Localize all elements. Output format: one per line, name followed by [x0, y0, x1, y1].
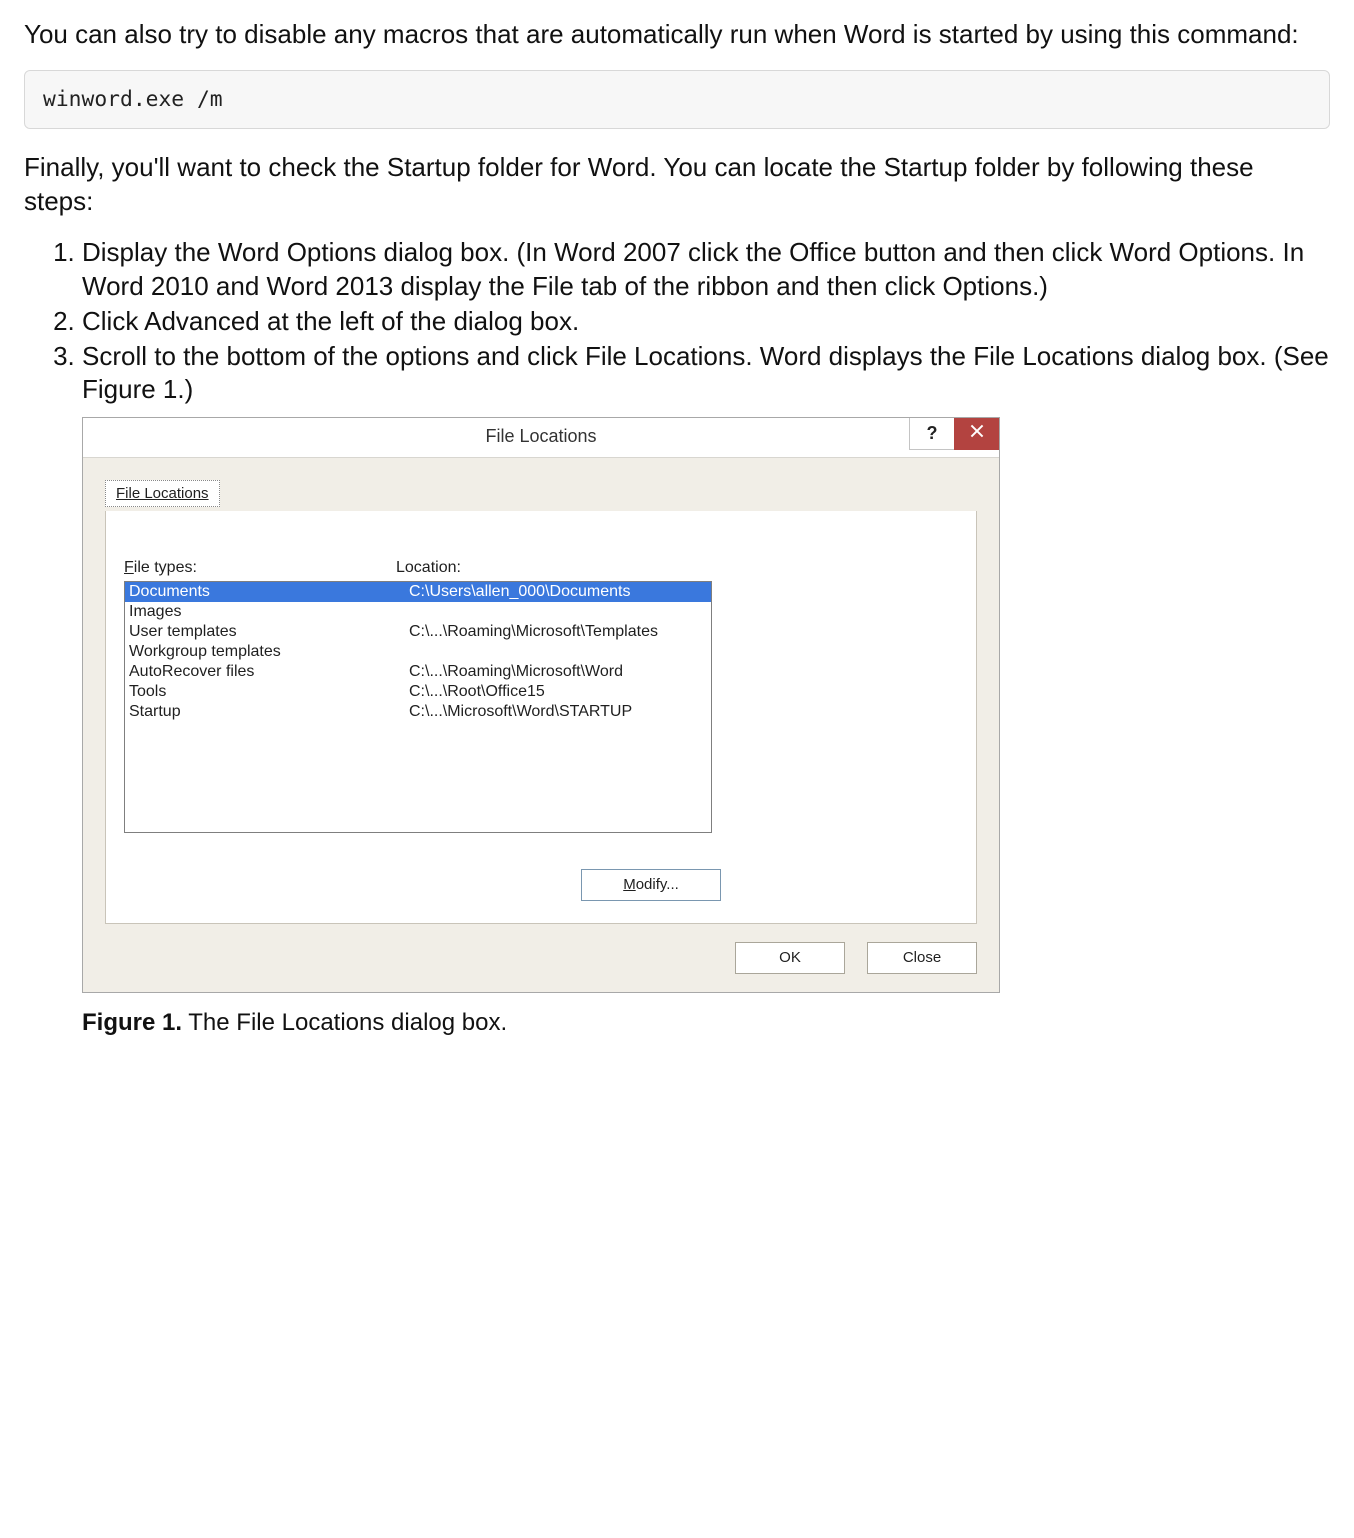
list-item[interactable]: Workgroup templates	[125, 642, 711, 662]
close-dialog-button[interactable]: Close	[867, 942, 977, 974]
help-button[interactable]: ?	[909, 418, 954, 450]
close-icon	[970, 424, 984, 443]
step-item: Scroll to the bottom of the options and …	[82, 340, 1330, 407]
list-item[interactable]: Documents C:\Users\allen_000\Documents	[125, 582, 711, 602]
dialog-titlebar: File Locations ?	[83, 418, 999, 458]
list-item[interactable]: AutoRecover files C:\...\Roaming\Microso…	[125, 662, 711, 682]
list-item[interactable]: Startup C:\...\Microsoft\Word\STARTUP	[125, 702, 711, 722]
close-button[interactable]	[954, 418, 999, 450]
file-locations-listbox[interactable]: Documents C:\Users\allen_000\Documents I…	[124, 581, 712, 833]
list-item[interactable]: Tools C:\...\Root\Office15	[125, 682, 711, 702]
column-header-location: Location:	[396, 559, 958, 577]
ok-button[interactable]: OK	[735, 942, 845, 974]
file-locations-panel: File types: Location: Documents C:\Users…	[105, 511, 977, 924]
steps-list: Display the Word Options dialog box. (In…	[24, 236, 1330, 406]
figure-caption: Figure 1. The File Locations dialog box.	[82, 1009, 1330, 1037]
step-item: Click Advanced at the left of the dialog…	[82, 305, 1330, 338]
step-item: Display the Word Options dialog box. (In…	[82, 236, 1330, 303]
intro-paragraph-1: You can also try to disable any macros t…	[24, 18, 1330, 52]
intro-paragraph-2: Finally, you'll want to check the Startu…	[24, 151, 1330, 219]
column-header-file-types: File types:	[124, 559, 396, 577]
code-block-command: winword.exe /m	[24, 70, 1330, 129]
dialog-title: File Locations	[83, 426, 999, 447]
list-item[interactable]: User templates C:\...\Roaming\Microsoft\…	[125, 622, 711, 642]
list-item[interactable]: Images	[125, 602, 711, 622]
file-locations-dialog: File Locations ? File Locations	[82, 417, 1000, 993]
tab-file-locations[interactable]: File Locations	[105, 480, 220, 507]
modify-button[interactable]: Modify...	[581, 869, 721, 901]
